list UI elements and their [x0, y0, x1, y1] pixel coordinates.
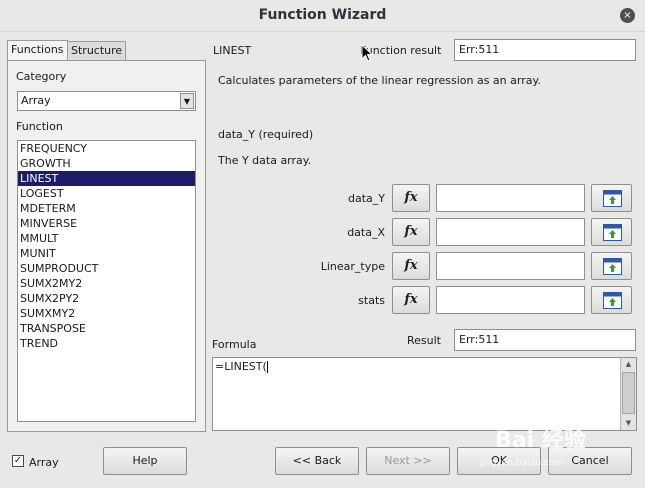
- data-y-input[interactable]: [436, 184, 585, 212]
- formula-scrollbar[interactable]: ▲ ▼: [620, 358, 636, 430]
- linear-type-input[interactable]: [436, 252, 585, 280]
- function-result-field: Err:511: [454, 39, 636, 61]
- close-icon[interactable]: ×: [620, 8, 635, 23]
- parameter-description: The Y data array.: [218, 154, 312, 167]
- function-list-item[interactable]: FREQUENCY: [18, 141, 195, 156]
- title-bar: Function Wizard ×: [0, 0, 645, 32]
- function-list-item[interactable]: TRANSPOSE: [18, 321, 195, 336]
- function-list-item[interactable]: SUMX2PY2: [18, 291, 195, 306]
- result-label: Result: [407, 334, 441, 347]
- text-caret: [266, 361, 268, 373]
- function-list-item[interactable]: SUMX2MY2: [18, 276, 195, 291]
- argument-label-data-x: data_X: [347, 226, 385, 239]
- fx-icon[interactable]: fx: [392, 184, 430, 212]
- argument-label-data-y: data_Y: [348, 192, 385, 205]
- function-label: Function: [16, 120, 63, 133]
- category-label: Category: [16, 70, 67, 83]
- shrink-icon: [603, 224, 622, 241]
- scroll-thumb[interactable]: [622, 372, 635, 414]
- next-button[interactable]: Next >>: [366, 447, 450, 475]
- function-listbox[interactable]: FREQUENCY GROWTH LINEST LOGEST MDETERM MINVER…: [17, 140, 196, 422]
- parameter-title: data_Y (required): [218, 128, 314, 141]
- shrink-icon: [603, 292, 622, 309]
- function-list-item[interactable]: LOGEST: [18, 186, 195, 201]
- formula-text: =LINEST(: [215, 360, 267, 373]
- category-value: Array: [21, 94, 51, 107]
- cancel-button[interactable]: Cancel: [548, 447, 632, 475]
- fx-icon[interactable]: fx: [392, 252, 430, 280]
- tab-structure[interactable]: Structure: [67, 41, 127, 60]
- selected-function-name: LINEST: [213, 44, 252, 57]
- mouse-pointer-icon: [361, 44, 373, 62]
- fx-icon[interactable]: fx: [392, 286, 430, 314]
- tab-functions[interactable]: Functions: [7, 40, 68, 60]
- function-list-item[interactable]: SUMPRODUCT: [18, 261, 195, 276]
- ok-button[interactable]: OK: [457, 447, 541, 475]
- function-list-item[interactable]: MUNIT: [18, 246, 195, 261]
- shrink-icon: [603, 258, 622, 275]
- result-field: Err:511: [454, 329, 636, 351]
- function-list-item[interactable]: MDETERM: [18, 201, 195, 216]
- shrink-button[interactable]: [591, 218, 632, 246]
- function-list-item[interactable]: TREND: [18, 336, 195, 351]
- chevron-down-icon[interactable]: ▼: [180, 93, 194, 109]
- window-title: Function Wizard: [258, 7, 387, 23]
- array-checkbox[interactable]: ✓: [12, 455, 24, 467]
- scroll-up-icon[interactable]: ▲: [621, 358, 636, 371]
- functions-panel: Category Array ▼ Function FREQUENCY GROWT…: [7, 60, 206, 432]
- argument-label-stats: stats: [358, 294, 385, 307]
- function-list-item[interactable]: LINEST: [18, 171, 195, 186]
- scroll-down-icon[interactable]: ▼: [621, 417, 636, 430]
- category-select[interactable]: Array ▼: [17, 91, 196, 111]
- function-list-item[interactable]: SUMXMY2: [18, 306, 195, 321]
- shrink-button[interactable]: [591, 184, 632, 212]
- function-list-item[interactable]: MMULT: [18, 231, 195, 246]
- formula-editor[interactable]: =LINEST( ▲ ▼: [212, 357, 637, 431]
- function-description: Calculates parameters of the linear regr…: [218, 74, 541, 87]
- shrink-button[interactable]: [591, 252, 632, 280]
- array-checkbox-label[interactable]: Array: [29, 456, 59, 469]
- function-list-item[interactable]: GROWTH: [18, 156, 195, 171]
- argument-label-linear-type: Linear_type: [320, 260, 385, 273]
- function-list-item[interactable]: MINVERSE: [18, 216, 195, 231]
- fx-icon[interactable]: fx: [392, 218, 430, 246]
- data-x-input[interactable]: [436, 218, 585, 246]
- formula-text-wrapper: =LINEST(: [215, 360, 268, 373]
- shrink-icon: [603, 190, 622, 207]
- back-button[interactable]: << Back: [275, 447, 359, 475]
- formula-label: Formula: [212, 338, 257, 351]
- help-button[interactable]: Help: [103, 447, 187, 475]
- shrink-button[interactable]: [591, 286, 632, 314]
- stats-input[interactable]: [436, 286, 585, 314]
